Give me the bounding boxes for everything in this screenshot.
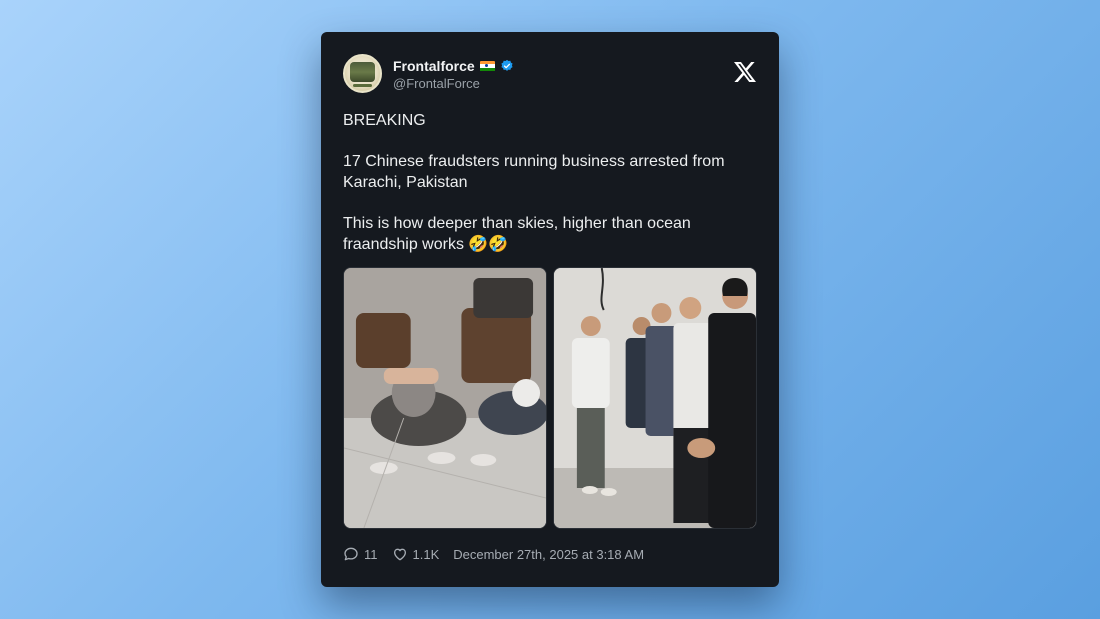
tweet-header: Frontalforce @FrontalForce [343, 54, 757, 94]
reply-stat[interactable]: 11 [343, 546, 378, 562]
author-name-row: Frontalforce [393, 58, 514, 74]
like-stat[interactable]: 1.1K [392, 546, 440, 562]
tweet-text: BREAKING 17 Chinese fraudsters running b… [343, 110, 753, 275]
author-name[interactable]: Frontalforce [393, 58, 475, 74]
tweet-paragraph: This is how deeper than skies, higher th… [343, 215, 691, 253]
tweet-paragraph: BREAKING [343, 112, 426, 129]
tweet-footer: 11 1.1K December 27th, 2025 at 3:18 AM [343, 546, 644, 562]
verified-badge-icon [501, 59, 513, 71]
reply-icon [344, 547, 358, 561]
india-flag-icon [479, 60, 495, 72]
avatar[interactable] [343, 54, 382, 93]
author-handle[interactable]: @FrontalForce [393, 76, 480, 91]
tweet-paragraph: 17 Chinese fraudsters running business a… [343, 153, 725, 191]
tweet-photo-2[interactable] [553, 267, 757, 529]
tweet-card: Frontalforce @FrontalForce BREAKING 17 C… [321, 32, 779, 587]
tweet-timestamp[interactable]: December 27th, 2025 at 3:18 AM [453, 547, 644, 562]
tweet-media [343, 267, 757, 529]
x-logo-icon[interactable] [733, 60, 757, 84]
heart-icon [393, 548, 406, 561]
like-count: 1.1K [412, 546, 440, 562]
tweet-photo-1[interactable] [343, 267, 547, 529]
reply-count: 11 [364, 546, 378, 562]
